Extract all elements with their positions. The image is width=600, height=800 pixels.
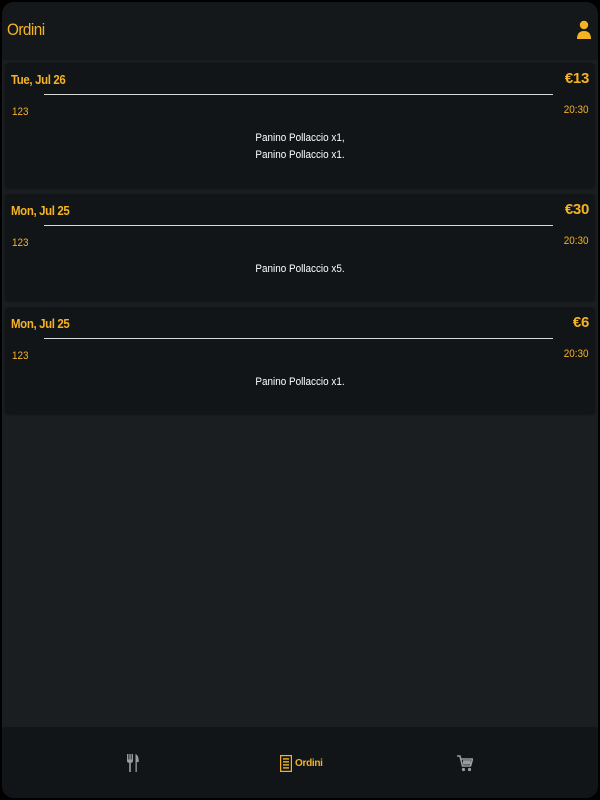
order-item-line: Panino Pollaccio x1. (255, 149, 345, 161)
bottom-nav: Ordini (2, 727, 598, 798)
order-card[interactable]: Mon, Jul 25 €6 123 20:30 Panino Pollacci… (5, 307, 595, 414)
divider (44, 94, 553, 95)
app-bar: Ordini (2, 2, 598, 58)
order-items: Panino Pollaccio x1. (5, 374, 595, 391)
order-date: Tue, Jul 26 (11, 72, 66, 87)
divider (44, 225, 553, 226)
order-item-line: Panino Pollaccio x1. (255, 376, 345, 388)
nav-cart-button[interactable] (457, 752, 473, 774)
nav-menu-button[interactable] (126, 752, 140, 774)
order-time: 20:30 (564, 235, 589, 247)
order-item-line: Panino Pollaccio x1, (255, 132, 345, 144)
order-total: €6 (572, 314, 589, 331)
order-date: Mon, Jul 25 (11, 316, 70, 331)
nav-orders-tab[interactable]: Ordini (280, 752, 323, 774)
order-code: 123 (12, 350, 29, 362)
page-title: Ordini (7, 20, 45, 39)
order-card[interactable]: Mon, Jul 25 €30 123 20:30 Panino Pollacc… (5, 194, 595, 301)
nav-orders-label: Ordini (295, 757, 323, 769)
fork-knife-icon (127, 754, 139, 772)
order-time: 20:30 (564, 104, 589, 116)
order-card[interactable]: Tue, Jul 26 €13 123 20:30 Panino Pollacc… (5, 63, 595, 188)
order-time: 20:30 (564, 348, 589, 360)
person-icon (577, 20, 591, 39)
app-screen: Ordini Tue, Jul 26 €13 123 20:30 Panino … (2, 2, 598, 798)
cart-icon (457, 754, 473, 771)
order-total: €30 (564, 201, 589, 218)
order-items: Panino Pollaccio x1, Panino Pollaccio x1… (5, 130, 595, 164)
order-code: 123 (12, 237, 29, 249)
order-date: Mon, Jul 25 (11, 203, 70, 218)
order-items: Panino Pollaccio x5. (5, 261, 595, 278)
receipt-icon (280, 754, 292, 772)
order-item-line: Panino Pollaccio x5. (255, 263, 345, 275)
order-code: 123 (12, 106, 29, 118)
profile-button[interactable] (576, 20, 592, 42)
order-total: €13 (564, 70, 589, 87)
divider (44, 338, 553, 339)
order-list: Tue, Jul 26 €13 123 20:30 Panino Pollacc… (5, 63, 595, 420)
